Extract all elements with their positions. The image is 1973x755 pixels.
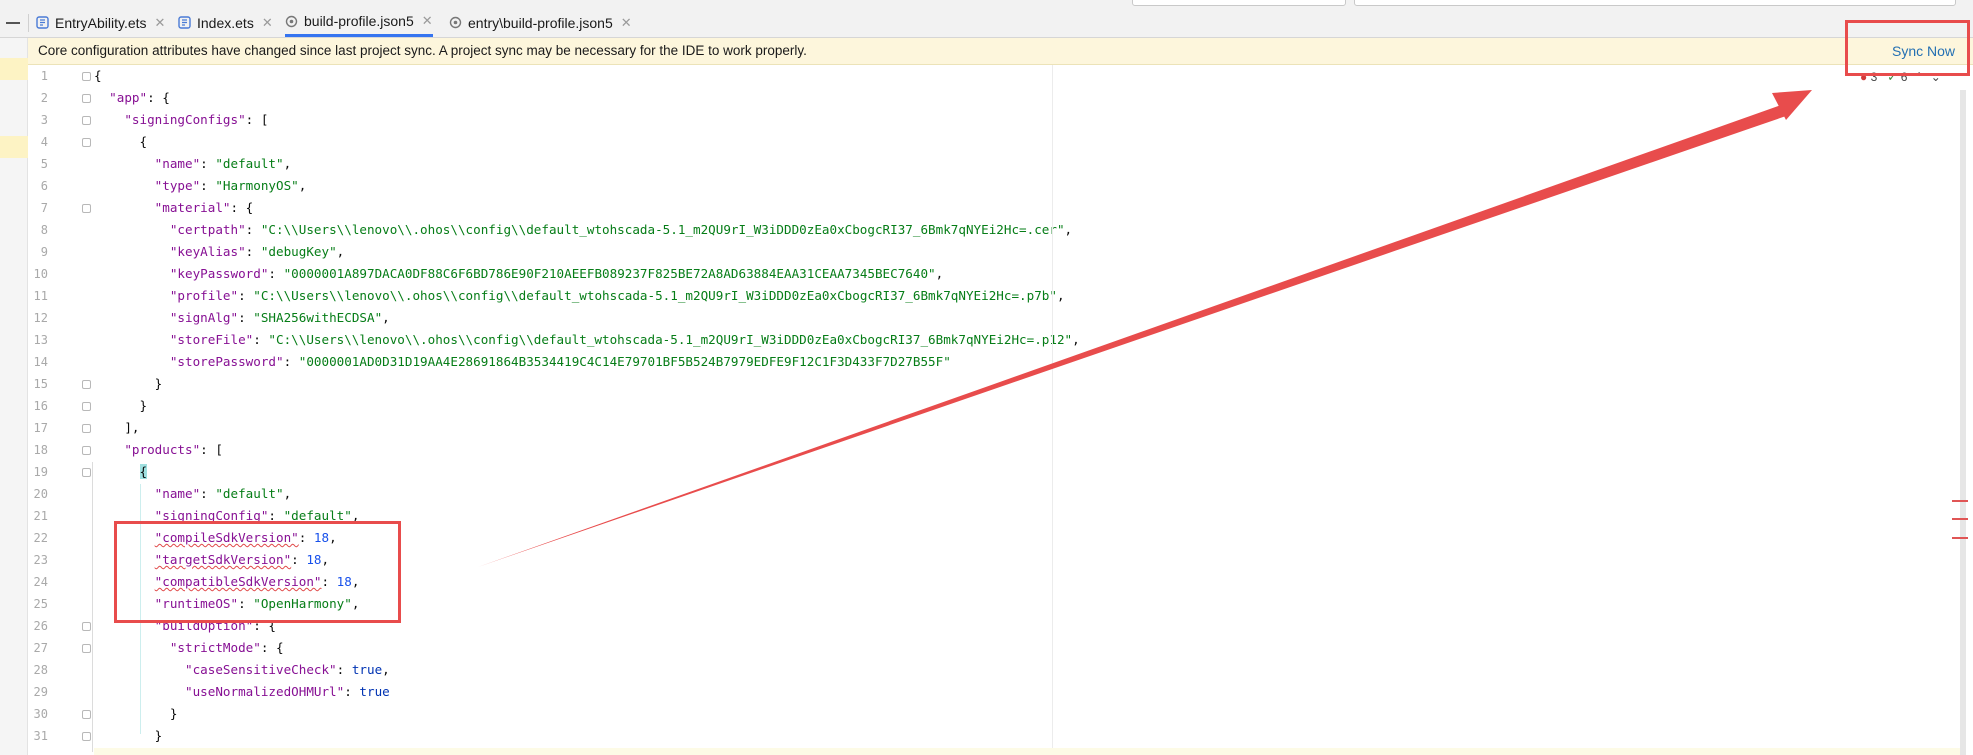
annotation-arrow [478, 90, 1812, 567]
